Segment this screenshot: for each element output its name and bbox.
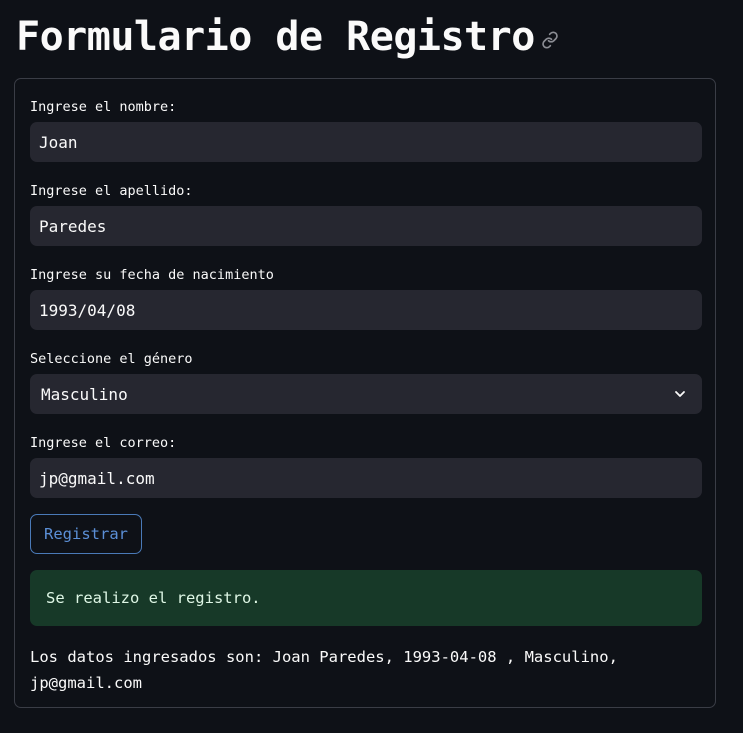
success-message: Se realizo el registro. xyxy=(46,589,261,607)
nombre-label: Ingrese el nombre: xyxy=(30,99,177,115)
page-title: Formulario de Registro xyxy=(16,14,535,60)
genero-label: Seleccione el género xyxy=(30,351,193,367)
correo-input[interactable]: jp@gmail.com xyxy=(30,458,702,498)
correo-label: Ingrese el correo: xyxy=(30,435,177,451)
genero-value: Masculino xyxy=(41,384,128,404)
apellido-input[interactable]: Paredes xyxy=(30,206,702,246)
result-text: Los datos ingresados son: Joan Paredes, … xyxy=(30,648,618,692)
genero-select[interactable]: Masculino xyxy=(30,374,702,414)
success-alert: Se realizo el registro. xyxy=(30,570,702,626)
chevron-down-icon xyxy=(673,387,687,401)
registration-form: Ingrese el nombre: Joan Ingrese el apell… xyxy=(14,78,716,708)
apellido-value: Paredes xyxy=(39,216,107,236)
fecha-label: Ingrese su fecha de nacimiento xyxy=(30,267,274,283)
correo-value: jp@gmail.com xyxy=(39,468,155,488)
link-icon[interactable] xyxy=(541,31,559,49)
registrar-button[interactable]: Registrar xyxy=(30,514,142,554)
apellido-label: Ingrese el apellido: xyxy=(30,183,193,199)
nombre-input[interactable]: Joan xyxy=(30,122,702,162)
nombre-value: Joan xyxy=(39,132,78,152)
fecha-nacimiento-input[interactable]: 1993/04/08 xyxy=(30,290,702,330)
page-header: Formulario de Registro xyxy=(16,12,559,62)
fecha-value: 1993/04/08 xyxy=(39,300,136,320)
